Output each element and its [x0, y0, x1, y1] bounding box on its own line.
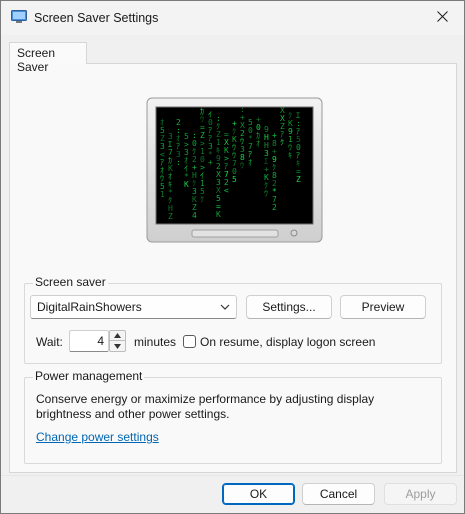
rain-glyph: ｵ — [256, 139, 260, 148]
power-description-line2: brightness and other power settings. — [36, 407, 230, 421]
rain-glyph: Z — [296, 175, 301, 184]
close-button[interactable] — [420, 1, 464, 35]
rain-glyph: ｳ — [240, 161, 244, 170]
preview-button[interactable]: Preview — [340, 295, 426, 319]
rain-glyph: K — [184, 180, 189, 189]
screen-saver-group-title: Screen saver — [33, 275, 108, 289]
rain-glyph: ｷ — [288, 151, 292, 160]
wait-spinner[interactable] — [109, 330, 126, 352]
cancel-button[interactable]: Cancel — [302, 483, 375, 505]
close-icon — [436, 11, 448, 25]
wait-minutes-input[interactable]: 4 — [69, 330, 109, 352]
spinner-down-icon[interactable] — [110, 341, 125, 351]
wait-label: Wait: — [36, 335, 63, 349]
rain-glyph: Z — [168, 212, 173, 221]
rain-glyph: : — [176, 158, 181, 167]
ok-button-label: OK — [249, 487, 268, 501]
monitor-app-icon — [11, 10, 27, 24]
cancel-button-label: Cancel — [319, 487, 358, 501]
minutes-label: minutes — [134, 335, 177, 349]
rain-glyph: ｳ — [264, 189, 268, 198]
settings-button-label: Settings... — [262, 300, 316, 314]
screen-saver-selected: DigitalRainShowers — [37, 300, 142, 314]
title-bar[interactable]: Screen Saver Settings — [1, 1, 464, 35]
preview-button-label: Preview — [361, 300, 405, 314]
spinner-up-icon[interactable] — [110, 331, 125, 341]
tab-screen-saver[interactable]: Screen Saver — [9, 42, 87, 74]
change-power-settings-link[interactable]: Change power settings — [36, 430, 159, 444]
apply-button: Apply — [384, 483, 457, 505]
rain-glyph: ｸ — [200, 195, 204, 204]
preview-monitor-graphic: ｵ5Z3<ｱｵｳ513ｴ7ｶKｵｷ*ｸHZ2:ｵｱ3:5>3ｵｲ*K:0ｸ2+H… — [146, 97, 323, 243]
resume-logon-checkbox[interactable] — [183, 335, 196, 348]
screen-saver-settings-window: Screen Saver Settings Screen Saver ｵ 5 Z… — [0, 0, 465, 514]
rain-glyph: 5 — [232, 175, 237, 184]
power-management-group-title: Power management — [33, 369, 145, 383]
settings-button[interactable]: Settings... — [246, 295, 332, 319]
rain-glyph: 4 — [192, 211, 197, 220]
apply-button-label: Apply — [405, 487, 436, 501]
rain-glyph: ｵ — [248, 158, 252, 167]
chevron-down-icon — [220, 301, 230, 315]
monitor-preview: ｵ 5 Z 3 < ｱｵｳ 5 1 3 ｴ 7 ｶ K ｵｷ * ｸ H Z 2: ｵｱ 3:5 >3 ｵｲ * K:0 ｸ 2 + H… — [146, 97, 324, 243]
rain-glyph: 1 — [160, 190, 165, 199]
rain-glyph: 2 — [272, 203, 277, 212]
ok-button[interactable]: OK — [222, 483, 295, 505]
rain-glyph: < — [224, 186, 229, 195]
rain-glyph: K — [216, 210, 221, 219]
rain-glyph: ｸ — [280, 138, 284, 147]
resume-logon-label[interactable]: On resume, display logon screen — [200, 335, 375, 349]
window-title: Screen Saver Settings — [34, 11, 159, 25]
rain-glyph: + — [208, 158, 213, 167]
screen-saver-dropdown[interactable]: DigitalRainShowers — [30, 295, 237, 319]
power-description-line1: Conserve energy or maximize performance … — [36, 392, 375, 406]
